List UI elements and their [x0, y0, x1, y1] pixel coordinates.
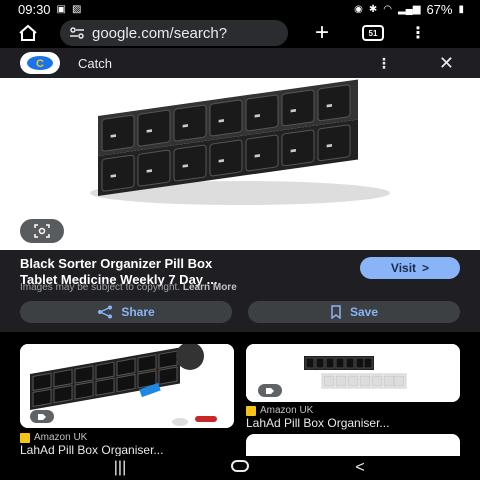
svg-text:▬: ▬ [182, 120, 189, 130]
tag-icon [258, 384, 282, 397]
svg-text:▬: ▬ [218, 155, 225, 165]
recent-apps-icon[interactable]: ||| [105, 459, 135, 477]
new-tab-button[interactable]: + [310, 21, 334, 45]
home-nav-icon[interactable] [225, 459, 255, 478]
related-results: Amazon UK LahAd Pill Box Organiser... Am… [0, 332, 480, 456]
result-source-name: Amazon UK [34, 432, 88, 443]
home-button[interactable] [14, 19, 42, 47]
bluetooth-icon: ✱ [368, 3, 378, 15]
pill-box-illustration: ▬ ▬ ▬ ▬ ▬ ▬ ▬ ▬ ▬ ▬ ▬ ▬ ▬ ▬ [90, 79, 390, 205]
amazon-favicon-icon [246, 405, 256, 416]
status-bar: 09:30 ▣ ▨ ◉ ✱ ◠ ▂▄▆ 67% ▮ [0, 0, 480, 18]
wifi-icon: ◠ [383, 3, 392, 15]
svg-text:C: C [36, 58, 44, 70]
svg-text:▬: ▬ [326, 100, 333, 110]
svg-text:▬: ▬ [290, 105, 297, 115]
lens-button[interactable] [20, 219, 64, 243]
svg-text:▬: ▬ [254, 110, 261, 120]
product-image[interactable]: ▬ ▬ ▬ ▬ ▬ ▬ ▬ ▬ ▬ ▬ ▬ ▬ ▬ ▬ [0, 78, 480, 250]
result-image[interactable] [20, 344, 234, 428]
status-left: 09:30 ▣ ▨ [18, 2, 81, 17]
status-time: 09:30 [18, 1, 51, 17]
svg-text:▬: ▬ [146, 165, 153, 175]
tab-switcher-button[interactable]: 51 [362, 25, 384, 41]
lens-icon [34, 224, 50, 238]
more-vert-icon[interactable]: ⋮ [410, 23, 426, 43]
back-icon[interactable]: < [345, 459, 375, 477]
home-icon [19, 24, 37, 41]
share-icon [98, 305, 113, 319]
title-line-1: Black Sorter Organizer Pill Box [20, 256, 213, 271]
svg-text:▬: ▬ [146, 125, 153, 135]
save-button[interactable]: Save [248, 301, 460, 323]
url-text[interactable]: google.com/search? [92, 25, 227, 42]
svg-text:▬: ▬ [110, 170, 117, 180]
image-detail-panel: Black Sorter Organizer Pill Box Tablet M… [0, 250, 480, 332]
source-site-bar: C Catch ⋮ ✕ [0, 48, 480, 78]
tune-icon[interactable] [70, 27, 84, 39]
share-button[interactable]: Share [20, 301, 232, 323]
visit-button[interactable]: Visit > [360, 257, 460, 279]
catch-logo: C [20, 52, 60, 74]
bookmark-icon [331, 305, 341, 319]
browser-toolbar: google.com/search? + 51 ⋮ [0, 18, 480, 48]
svg-text:▬: ▬ [290, 145, 297, 155]
chevron-right-icon: > [422, 261, 430, 275]
close-icon[interactable]: ✕ [439, 53, 454, 74]
svg-text:▬: ▬ [182, 160, 189, 170]
result-source-name: Amazon UK [260, 405, 314, 416]
copyright-text: Images may be subject to copyright. [20, 282, 181, 293]
alarm-icon: ◉ [354, 3, 363, 15]
result-title-2[interactable]: LahAd Pill Box Organiser... [246, 416, 389, 430]
svg-text:▬: ▬ [218, 115, 225, 125]
result-image[interactable] [246, 434, 460, 456]
result-title-1[interactable]: LahAd Pill Box Organiser... [20, 443, 163, 456]
copyright-notice: Images may be subject to copyright. Lear… [20, 282, 237, 293]
system-navigation-bar: ||| < [0, 456, 480, 480]
battery-icon: ▮ [458, 3, 464, 15]
result-image[interactable] [246, 344, 460, 402]
image-notification-icon: ▨ [72, 3, 82, 15]
status-right: ◉ ✱ ◠ ▂▄▆ 67% ▮ [354, 2, 464, 17]
tag-icon [30, 410, 54, 423]
share-label: Share [121, 305, 155, 319]
save-label: Save [349, 305, 379, 319]
svg-text:▬: ▬ [326, 140, 333, 150]
visit-label: Visit [390, 261, 417, 275]
source-site-name[interactable]: Catch [78, 56, 112, 71]
result-source-1: Amazon UK [20, 432, 87, 443]
more-vert-icon[interactable]: ⋮ [377, 55, 391, 72]
address-bar[interactable]: google.com/search? [60, 20, 288, 46]
signal-icon: ▂▄▆ [397, 3, 421, 15]
battery-percent: 67% [426, 1, 453, 17]
result-source-2: Amazon UK [246, 405, 313, 416]
svg-text:▬: ▬ [254, 150, 261, 160]
svg-text:▬: ▬ [110, 130, 117, 140]
learn-more-link[interactable]: Learn More [183, 282, 237, 293]
notification-icon: ▣ [56, 3, 66, 15]
amazon-favicon-icon [20, 432, 30, 443]
